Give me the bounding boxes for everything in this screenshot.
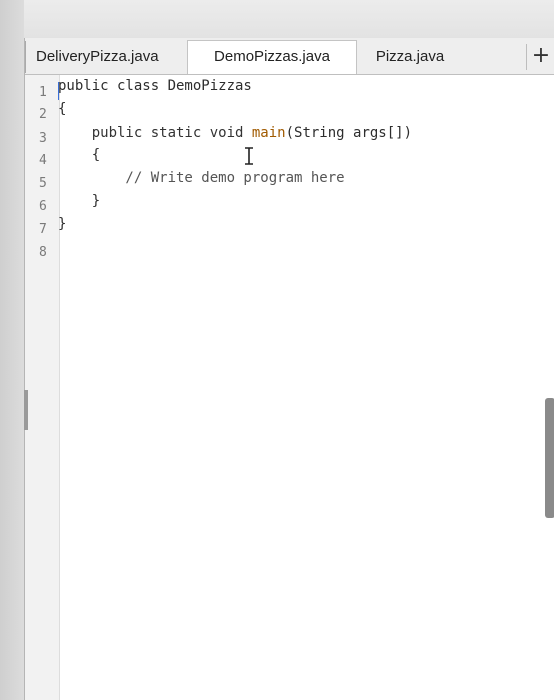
method-params: (String args[]) xyxy=(285,125,413,141)
code-line-4[interactable]: { xyxy=(58,145,100,165)
method-name: main xyxy=(251,125,286,141)
window-top-strip xyxy=(0,0,554,40)
code-line-1[interactable]: public class DemoPizzas xyxy=(58,76,252,96)
tab-deliverypizza[interactable]: DeliveryPizza.java xyxy=(25,41,187,73)
line-number: 7 xyxy=(39,222,47,237)
add-tab-button[interactable]: + xyxy=(526,44,554,70)
code-line-2[interactable]: { xyxy=(58,99,66,119)
editor-window: DeliveryPizza.java DemoPizzas.java Pizza… xyxy=(24,38,554,700)
line-number: 3 xyxy=(39,131,47,146)
line-number: 2 xyxy=(39,107,47,122)
tab-pizza[interactable]: Pizza.java xyxy=(360,41,460,73)
code-keywords: public static void xyxy=(58,125,252,141)
code-line-6[interactable]: } xyxy=(58,191,100,211)
line-number: 8 xyxy=(39,245,47,260)
line-number: 5 xyxy=(39,176,47,191)
line-number: 4 xyxy=(39,153,47,168)
ibeam-cursor-icon xyxy=(245,147,253,165)
left-edge-marker xyxy=(24,390,28,430)
left-bezel xyxy=(0,0,24,700)
code-line-5[interactable]: // Write demo program here xyxy=(58,168,344,188)
line-number-gutter: 1 2 3 4 5 6 7 8 xyxy=(25,75,60,700)
tab-demopizzas[interactable]: DemoPizzas.java xyxy=(187,40,357,74)
code-line-3[interactable]: public static void main(String args[]) xyxy=(58,123,412,143)
vertical-scrollbar[interactable] xyxy=(545,398,554,518)
line-number: 1 xyxy=(39,85,47,100)
code-line-7[interactable]: } xyxy=(58,214,66,234)
text-cursor xyxy=(58,82,59,100)
line-number: 6 xyxy=(39,199,47,214)
tab-bar: DeliveryPizza.java DemoPizzas.java Pizza… xyxy=(25,38,554,75)
